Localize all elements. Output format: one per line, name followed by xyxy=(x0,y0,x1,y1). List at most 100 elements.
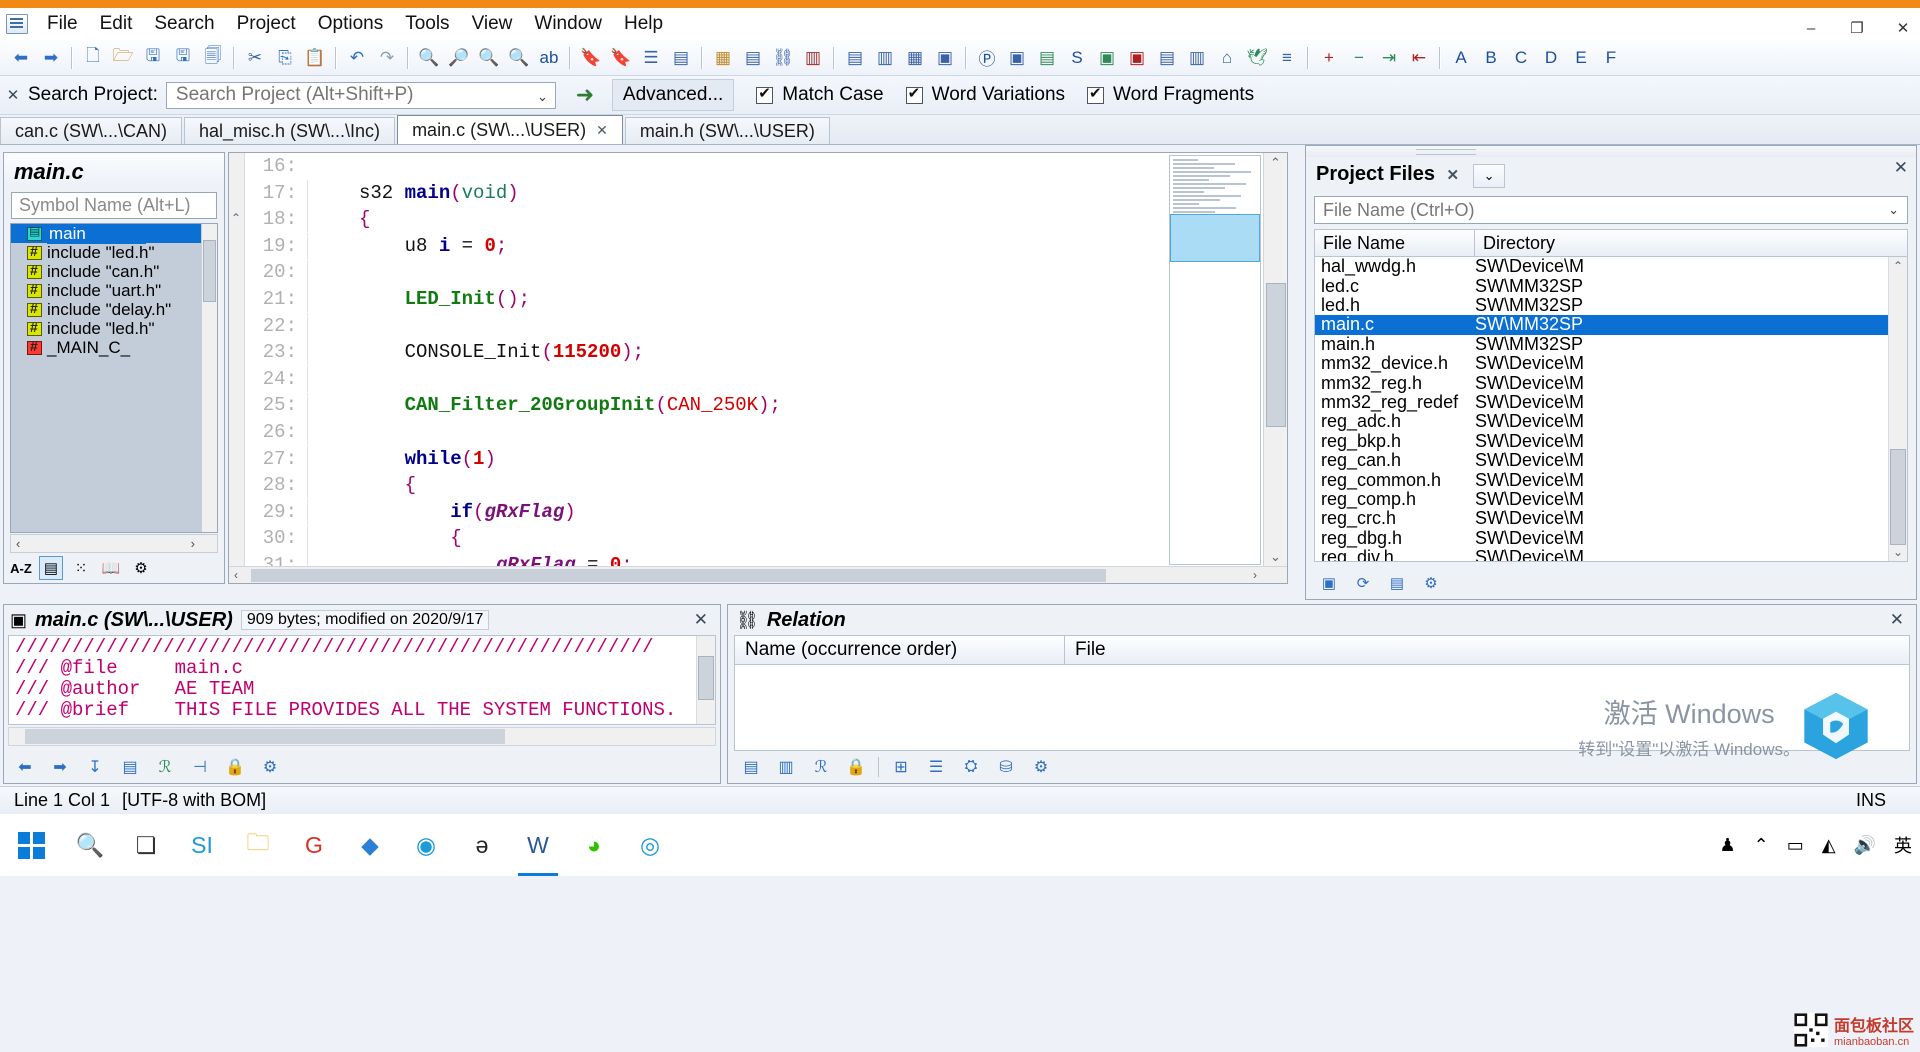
sync-project-icon[interactable]: ⟳ xyxy=(1350,571,1376,595)
tree-view-icon[interactable]: ☰ xyxy=(923,755,949,779)
fold-gutter[interactable] xyxy=(307,153,359,179)
project-file-row[interactable]: led.c SW\MM32SP xyxy=(1315,276,1907,296)
code-line[interactable]: 19: u8 i = 0; xyxy=(247,233,1287,260)
close-relation-window-icon[interactable]: ✕ xyxy=(1890,610,1910,630)
redo-icon[interactable]: ↷ xyxy=(373,44,401,72)
symbol-types-icon[interactable]: ⁙ xyxy=(69,556,93,580)
document-tab-0[interactable]: can.c (SW\...\CAN) xyxy=(0,117,183,144)
scroll-down-icon[interactable]: ⌄ xyxy=(1893,545,1903,559)
bookmark-c-icon[interactable]: C xyxy=(1507,44,1535,72)
bookmark-add-icon[interactable]: 🔖 xyxy=(577,44,605,72)
column-header-name[interactable]: Name (occurrence order) xyxy=(734,635,1064,665)
search-in-files-icon[interactable]: 🔎 xyxy=(445,44,473,72)
symbol-tree-hscrollbar[interactable]: ‹ › xyxy=(10,534,218,553)
scroll-thumb[interactable] xyxy=(1890,449,1906,545)
settings-gear-icon[interactable]: ⚙ xyxy=(257,755,283,779)
scroll-left-icon[interactable]: ‹ xyxy=(229,568,238,582)
expand-all-icon[interactable]: ⊞ xyxy=(888,755,914,779)
code-line[interactable]: 29: if(gRxFlag) xyxy=(247,499,1287,526)
file-list-icon[interactable]: ▤ xyxy=(1153,44,1181,72)
fold-gutter[interactable] xyxy=(307,339,359,366)
parse-icon[interactable]: Ⓟ xyxy=(973,44,1001,72)
match-case-option[interactable]: Match Case xyxy=(756,84,884,106)
project-file-row[interactable]: reg_adc.h SW\Device\M xyxy=(1315,411,1907,431)
search-backward-icon[interactable]: 🔍 xyxy=(505,44,533,72)
file-explorer-icon[interactable]: 🗀 xyxy=(230,814,286,876)
open-file-icon[interactable]: 🗁 xyxy=(109,44,137,72)
bookmark-remove-icon[interactable]: 🔖 xyxy=(607,44,635,72)
symbol-window-icon[interactable]: ▦ xyxy=(709,44,737,72)
lock-icon[interactable]: 🔒 xyxy=(222,755,248,779)
symbol-tree-item[interactable]: include "uart.h" xyxy=(11,281,217,300)
forward-icon[interactable]: ➡ xyxy=(47,755,73,779)
tab-project-files[interactable]: Project Files ✕ xyxy=(1314,161,1467,190)
document-tab-2[interactable]: main.c (SW\...\USER) ✕ xyxy=(397,115,623,144)
close-project-window-icon[interactable]: ✕ xyxy=(1894,158,1908,178)
chevron-down-icon[interactable]: ⌄ xyxy=(1888,202,1899,218)
symbol-tree-item[interactable]: include "delay.h" xyxy=(11,300,217,319)
menu-item-help[interactable]: Help xyxy=(613,10,674,38)
back-icon[interactable]: ⬅ xyxy=(12,755,38,779)
symbol-tree-item[interactable]: include "led.h" xyxy=(11,243,217,262)
search-icon[interactable]: 🔍 xyxy=(415,44,443,72)
close-icon[interactable]: ✕ xyxy=(1447,167,1460,184)
project-file-list[interactable]: hal_wwdg.h SW\Device\M led.c SW\MM32SP led.h… xyxy=(1314,257,1908,562)
scroll-right-icon[interactable]: › xyxy=(1253,568,1287,582)
file-list-vscrollbar[interactable]: ⌃ ⌄ xyxy=(1888,257,1907,561)
panel-drag-handle[interactable] xyxy=(1306,146,1916,157)
word-fragments-option[interactable]: Word Fragments xyxy=(1087,84,1254,106)
column-header-file-name[interactable]: File Name xyxy=(1314,229,1474,257)
context-window-body[interactable]: ////////////////////////////////////////… xyxy=(8,635,716,725)
jump-to-definition-icon[interactable]: ↧ xyxy=(82,755,108,779)
scroll-thumb[interactable] xyxy=(251,569,1106,582)
editor-hscrollbar[interactable]: ‹ › xyxy=(229,566,1287,583)
word-fragments-checkbox[interactable] xyxy=(1087,84,1105,104)
document-tab-3[interactable]: main.h (SW\...\USER) xyxy=(624,117,830,144)
project-window-icon[interactable]: ▥ xyxy=(799,44,827,72)
bird-icon[interactable]: 🕊 xyxy=(1243,44,1271,72)
browser-icon[interactable]: ◉ xyxy=(398,814,454,876)
scroll-right-icon[interactable]: › xyxy=(191,536,217,551)
build-icon[interactable]: ▤ xyxy=(1033,44,1061,72)
project-file-row[interactable]: main.h SW\MM32SP xyxy=(1315,334,1907,354)
undo-icon[interactable]: ↶ xyxy=(343,44,371,72)
code-line[interactable]: 27: while(1) xyxy=(247,445,1287,473)
project-file-row[interactable]: reg_crc.h SW\Device\M xyxy=(1315,508,1907,528)
fold-gutter[interactable] xyxy=(307,366,359,393)
outdent-icon[interactable]: ⇤ xyxy=(1405,44,1433,72)
ie-browser-icon[interactable]: ◎ xyxy=(622,814,678,876)
fold-gutter[interactable] xyxy=(307,179,359,206)
match-case-checkbox[interactable] xyxy=(756,84,774,104)
symbol-tree[interactable]: maininclude "led.h"include "can.h"includ… xyxy=(10,223,218,533)
word-variations-checkbox[interactable] xyxy=(905,84,923,104)
menu-item-search[interactable]: Search xyxy=(143,10,225,38)
add-file-icon[interactable]: ▣ xyxy=(1316,571,1342,595)
fold-gutter[interactable] xyxy=(307,286,359,313)
ime-icon[interactable]: 英 xyxy=(1894,832,1912,858)
scroll-thumb[interactable] xyxy=(25,729,505,744)
save-all-icon[interactable]: 🗐 xyxy=(199,44,227,72)
paste-icon[interactable]: 📋 xyxy=(301,44,329,72)
link-icon[interactable]: ⊣ xyxy=(187,755,213,779)
context-symbol-icon[interactable]: ▤ xyxy=(117,755,143,779)
scroll-left-icon[interactable]: ‹ xyxy=(11,536,20,551)
chevron-down-icon[interactable]: ⌄ xyxy=(537,89,548,105)
lock-icon[interactable]: 🔒 xyxy=(843,755,869,779)
graph-view-icon[interactable]: ⛭ xyxy=(958,755,984,779)
relation-window-icon[interactable]: ⛓ xyxy=(769,44,797,72)
symbol-filter-input[interactable]: Symbol Name (Alt+L) xyxy=(11,192,217,219)
lookup-reference-icon[interactable]: 🔍 xyxy=(475,44,503,72)
fold-gutter[interactable] xyxy=(307,233,359,260)
copy-icon[interactable]: ⎘ xyxy=(271,44,299,72)
code-line[interactable]: 18: { xyxy=(247,206,1287,233)
search-project-input[interactable] xyxy=(173,83,534,107)
fold-gutter[interactable] xyxy=(307,206,359,233)
remove-file-icon[interactable]: ▣ xyxy=(1123,44,1151,72)
close-context-window-icon[interactable]: ✕ xyxy=(694,610,714,630)
minimap-viewport[interactable] xyxy=(1170,214,1260,262)
symbol-tree-vscrollbar[interactable] xyxy=(201,224,217,532)
indent-icon[interactable]: ⇥ xyxy=(1375,44,1403,72)
project-file-row[interactable]: reg_can.h SW\Device\M xyxy=(1315,450,1907,470)
menu-item-file[interactable]: File xyxy=(36,10,89,38)
symbol-tree-item[interactable]: include "led.h" xyxy=(11,319,217,338)
